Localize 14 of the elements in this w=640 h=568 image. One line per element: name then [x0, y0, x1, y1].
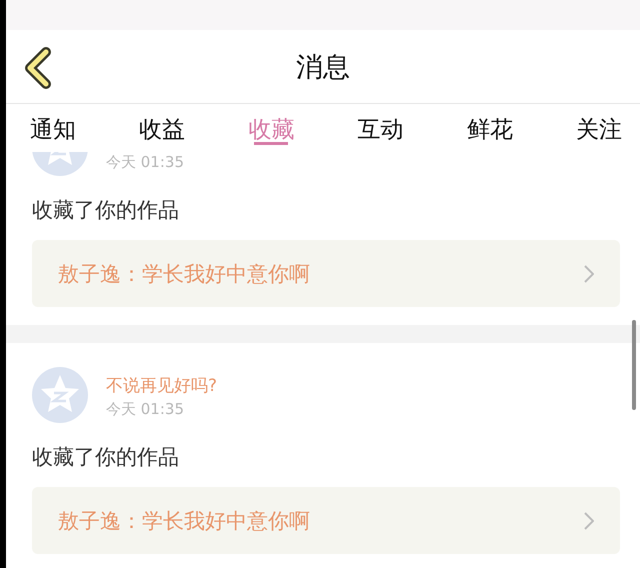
avatar-icon[interactable] [32, 367, 88, 423]
tab[interactable]: 通知 [26, 104, 80, 152]
tab[interactable]: 鲜花 [462, 104, 517, 152]
message-text: 收藏了你的作品 [32, 197, 180, 224]
page-title: 消息 [296, 50, 350, 84]
chevron-right-icon [584, 512, 594, 530]
timestamp: 今天 01:35 [106, 400, 185, 419]
message-text: 收藏了你的作品 [32, 444, 180, 471]
back-icon[interactable] [22, 47, 52, 89]
tab[interactable]: 互动 [354, 104, 408, 152]
timestamp: 今天 01:35 [106, 153, 184, 172]
chevron-right-icon [584, 264, 594, 282]
tab[interactable]: 收益 [135, 104, 190, 152]
tab[interactable]: 关注 [572, 104, 626, 152]
